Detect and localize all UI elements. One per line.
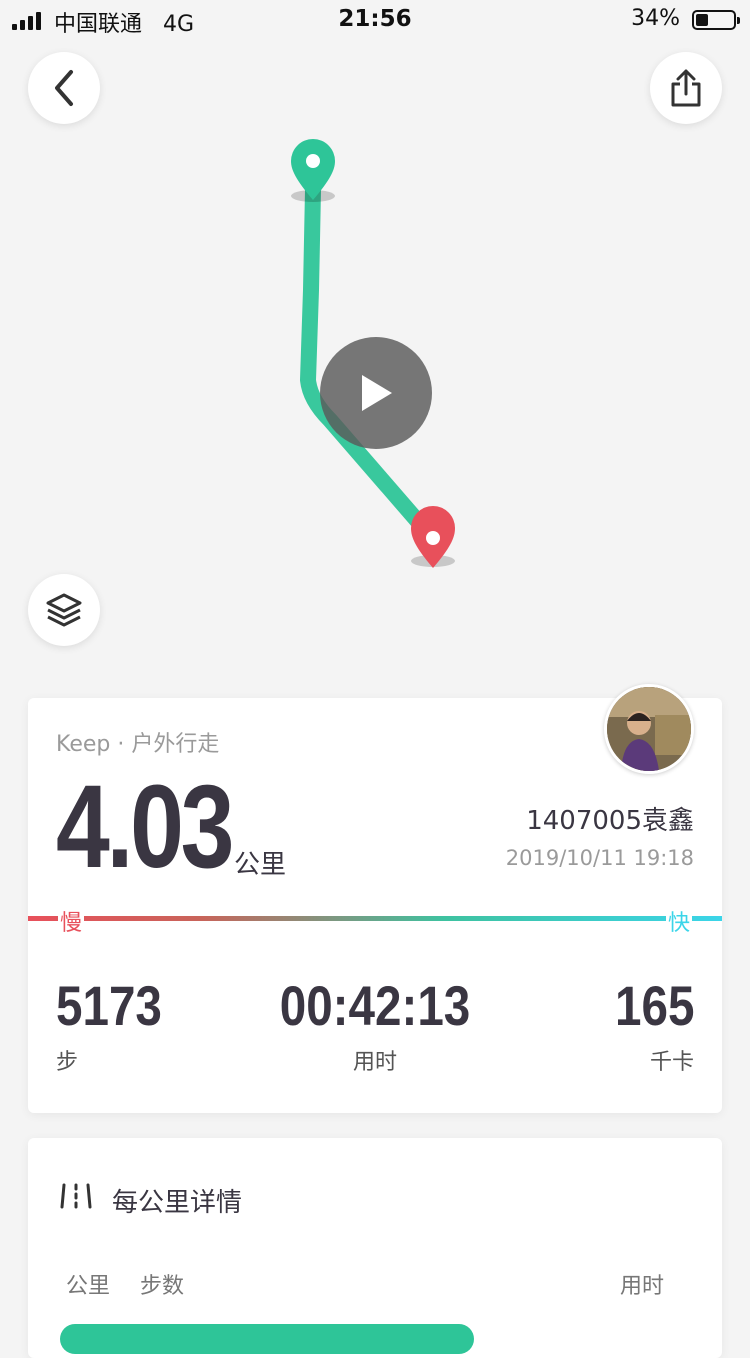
distance-unit: 公里 [234,850,287,880]
column-header-steps: 步数 [140,1274,185,1299]
per-km-detail-card: 每公里详情 公里 步数 用时 [28,1138,722,1358]
calories-label: 千卡 [649,1050,694,1075]
chevron-left-icon [55,70,73,106]
back-button[interactable] [28,52,100,124]
duration-value: 00:42:13 [279,974,471,1037]
route-map[interactable] [0,40,750,680]
slow-label: 慢 [58,905,85,937]
map-layers-button[interactable] [28,574,100,646]
play-icon [362,375,392,411]
username: 1407005袁鑫 [526,806,694,836]
workout-summary-card: Keep · 户外行走 4.03 公里 1407005袁鑫 2019/10/11… [28,684,722,1113]
distance-value: 4.03 [56,761,234,893]
play-button[interactable] [320,337,432,449]
km-split-bar [60,1324,474,1354]
pace-gradient-bar [28,916,722,921]
fast-label: 快 [665,905,692,937]
start-marker-icon [291,139,335,202]
workout-datetime: 2019/10/11 19:18 [505,846,694,870]
duration-label: 用时 [352,1050,397,1075]
avatar-image [607,687,691,771]
split-detail-icon [60,1183,92,1209]
share-icon [671,69,701,107]
column-header-time: 用时 [619,1274,664,1299]
column-header-km: 公里 [66,1274,111,1299]
battery-percent: 34% [631,6,680,31]
calories-value: 165 [614,974,694,1037]
share-button[interactable] [650,52,722,124]
battery-icon [692,10,740,30]
activity-type: Keep · 户外行走 [56,732,220,757]
layers-icon [46,593,82,627]
status-bar: 中国联通 4G 21:56 34% [0,0,750,40]
detail-title: 每公里详情 [112,1188,243,1218]
avatar[interactable] [604,684,694,774]
end-marker-icon [411,506,455,568]
